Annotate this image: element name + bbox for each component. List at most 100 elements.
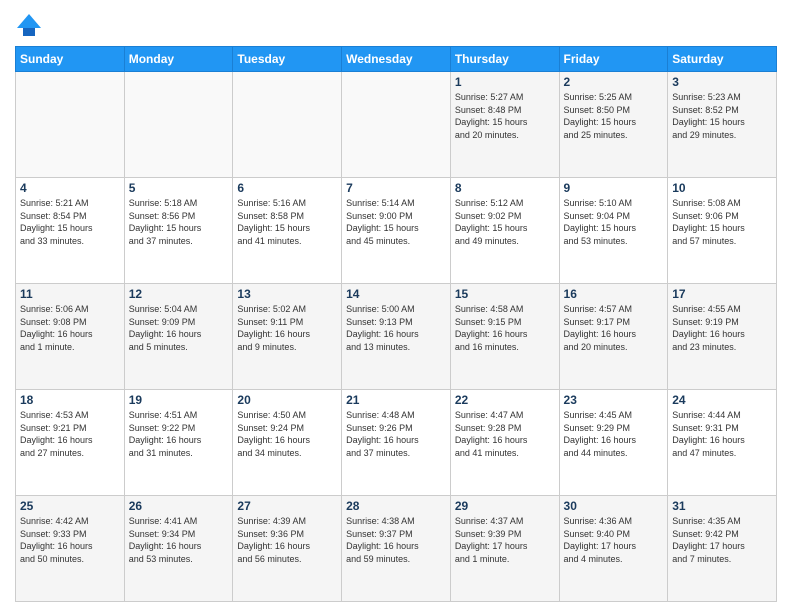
day-info: Sunrise: 5:12 AM Sunset: 9:02 PM Dayligh… [455,197,555,247]
calendar-cell: 14 Sunrise: 5:00 AM Sunset: 9:13 PM Dayli… [342,284,451,390]
day-info: Sunrise: 4:45 AM Sunset: 9:29 PM Dayligh… [564,409,664,459]
calendar-cell [233,72,342,178]
day-number: 4 [20,181,120,195]
day-info: Sunrise: 5:10 AM Sunset: 9:04 PM Dayligh… [564,197,664,247]
day-number: 20 [237,393,337,407]
day-info: Sunrise: 4:55 AM Sunset: 9:19 PM Dayligh… [672,303,772,353]
calendar-cell: 10 Sunrise: 5:08 AM Sunset: 9:06 PM Dayli… [668,178,777,284]
calendar-cell: 4 Sunrise: 5:21 AM Sunset: 8:54 PM Daylig… [16,178,125,284]
day-info: Sunrise: 4:57 AM Sunset: 9:17 PM Dayligh… [564,303,664,353]
day-number: 16 [564,287,664,301]
day-info: Sunrise: 5:25 AM Sunset: 8:50 PM Dayligh… [564,91,664,141]
weekday-header-sunday: Sunday [16,47,125,72]
week-row-5: 25Sunrise: 4:42 AM Sunset: 9:33 PM Dayli… [16,496,777,602]
day-number: 2 [564,75,664,89]
calendar-cell: 12 Sunrise: 5:04 AM Sunset: 9:09 PM Dayli… [124,284,233,390]
page: SundayMondayTuesdayWednesdayThursdayFrid… [0,0,792,612]
day-number: 27 [237,499,337,513]
day-number: 17 [672,287,772,301]
calendar-cell: 18Sunrise: 4:53 AM Sunset: 9:21 PM Dayli… [16,390,125,496]
day-number: 14 [346,287,446,301]
calendar-cell: 20 Sunrise: 4:50 AM Sunset: 9:24 PM Dayli… [233,390,342,496]
calendar-cell: 22 Sunrise: 4:47 AM Sunset: 9:28 PM Dayli… [450,390,559,496]
day-info: Sunrise: 5:06 AM Sunset: 9:08 PM Dayligh… [20,303,120,353]
weekday-header-monday: Monday [124,47,233,72]
week-row-1: 1 Sunrise: 5:27 AM Sunset: 8:48 PM Daylig… [16,72,777,178]
calendar-cell [342,72,451,178]
calendar-cell: 5Sunrise: 5:18 AM Sunset: 8:56 PM Daylig… [124,178,233,284]
day-info: Sunrise: 5:21 AM Sunset: 8:54 PM Dayligh… [20,197,120,247]
day-info: Sunrise: 4:51 AM Sunset: 9:22 PM Dayligh… [129,409,229,459]
calendar-cell: 16 Sunrise: 4:57 AM Sunset: 9:17 PM Dayli… [559,284,668,390]
day-number: 15 [455,287,555,301]
day-info: Sunrise: 5:18 AM Sunset: 8:56 PM Dayligh… [129,197,229,247]
header [15,10,777,38]
calendar-cell: 31 Sunrise: 4:35 AM Sunset: 9:42 PM Dayli… [668,496,777,602]
calendar-cell: 23 Sunrise: 4:45 AM Sunset: 9:29 PM Dayli… [559,390,668,496]
weekday-header-thursday: Thursday [450,47,559,72]
day-number: 18 [20,393,120,407]
day-number: 13 [237,287,337,301]
calendar-cell: 2 Sunrise: 5:25 AM Sunset: 8:50 PM Daylig… [559,72,668,178]
day-number: 7 [346,181,446,195]
day-number: 29 [455,499,555,513]
calendar-cell: 9 Sunrise: 5:10 AM Sunset: 9:04 PM Daylig… [559,178,668,284]
weekday-header-saturday: Saturday [668,47,777,72]
day-info: Sunrise: 5:04 AM Sunset: 9:09 PM Dayligh… [129,303,229,353]
logo [15,10,47,38]
day-info: Sunrise: 4:58 AM Sunset: 9:15 PM Dayligh… [455,303,555,353]
calendar-cell: 3 Sunrise: 5:23 AM Sunset: 8:52 PM Daylig… [668,72,777,178]
day-number: 10 [672,181,772,195]
calendar-cell: 30 Sunrise: 4:36 AM Sunset: 9:40 PM Dayli… [559,496,668,602]
day-number: 30 [564,499,664,513]
day-number: 24 [672,393,772,407]
day-info: Sunrise: 4:50 AM Sunset: 9:24 PM Dayligh… [237,409,337,459]
day-number: 23 [564,393,664,407]
day-number: 22 [455,393,555,407]
day-info: Sunrise: 5:08 AM Sunset: 9:06 PM Dayligh… [672,197,772,247]
day-info: Sunrise: 4:39 AM Sunset: 9:36 PM Dayligh… [237,515,337,565]
day-info: Sunrise: 5:16 AM Sunset: 8:58 PM Dayligh… [237,197,337,247]
calendar-cell: 8 Sunrise: 5:12 AM Sunset: 9:02 PM Daylig… [450,178,559,284]
day-number: 25 [20,499,120,513]
calendar-cell: 15 Sunrise: 4:58 AM Sunset: 9:15 PM Dayli… [450,284,559,390]
day-number: 31 [672,499,772,513]
calendar-cell: 13Sunrise: 5:02 AM Sunset: 9:11 PM Dayli… [233,284,342,390]
weekday-header-friday: Friday [559,47,668,72]
calendar-cell: 1 Sunrise: 5:27 AM Sunset: 8:48 PM Daylig… [450,72,559,178]
calendar-table: SundayMondayTuesdayWednesdayThursdayFrid… [15,46,777,602]
day-info: Sunrise: 4:47 AM Sunset: 9:28 PM Dayligh… [455,409,555,459]
day-number: 26 [129,499,229,513]
weekday-header-tuesday: Tuesday [233,47,342,72]
day-number: 11 [20,287,120,301]
day-info: Sunrise: 5:23 AM Sunset: 8:52 PM Dayligh… [672,91,772,141]
day-info: Sunrise: 4:41 AM Sunset: 9:34 PM Dayligh… [129,515,229,565]
calendar-cell: 26 Sunrise: 4:41 AM Sunset: 9:34 PM Dayli… [124,496,233,602]
week-row-3: 11 Sunrise: 5:06 AM Sunset: 9:08 PM Dayli… [16,284,777,390]
day-info: Sunrise: 4:36 AM Sunset: 9:40 PM Dayligh… [564,515,664,565]
day-number: 3 [672,75,772,89]
day-info: Sunrise: 5:00 AM Sunset: 9:13 PM Dayligh… [346,303,446,353]
week-row-4: 18Sunrise: 4:53 AM Sunset: 9:21 PM Dayli… [16,390,777,496]
day-number: 12 [129,287,229,301]
calendar-cell [16,72,125,178]
calendar-cell: 7 Sunrise: 5:14 AM Sunset: 9:00 PM Daylig… [342,178,451,284]
day-number: 6 [237,181,337,195]
calendar-cell: 19Sunrise: 4:51 AM Sunset: 9:22 PM Dayli… [124,390,233,496]
calendar-cell: 29 Sunrise: 4:37 AM Sunset: 9:39 PM Dayli… [450,496,559,602]
day-info: Sunrise: 5:14 AM Sunset: 9:00 PM Dayligh… [346,197,446,247]
calendar-cell: 17 Sunrise: 4:55 AM Sunset: 9:19 PM Dayli… [668,284,777,390]
day-number: 9 [564,181,664,195]
day-number: 8 [455,181,555,195]
day-number: 28 [346,499,446,513]
day-info: Sunrise: 4:48 AM Sunset: 9:26 PM Dayligh… [346,409,446,459]
day-info: Sunrise: 5:27 AM Sunset: 8:48 PM Dayligh… [455,91,555,141]
calendar-cell [124,72,233,178]
logo-icon [15,10,43,38]
day-info: Sunrise: 4:37 AM Sunset: 9:39 PM Dayligh… [455,515,555,565]
day-number: 21 [346,393,446,407]
weekday-header-wednesday: Wednesday [342,47,451,72]
day-info: Sunrise: 4:35 AM Sunset: 9:42 PM Dayligh… [672,515,772,565]
day-number: 1 [455,75,555,89]
calendar-cell: 21 Sunrise: 4:48 AM Sunset: 9:26 PM Dayli… [342,390,451,496]
